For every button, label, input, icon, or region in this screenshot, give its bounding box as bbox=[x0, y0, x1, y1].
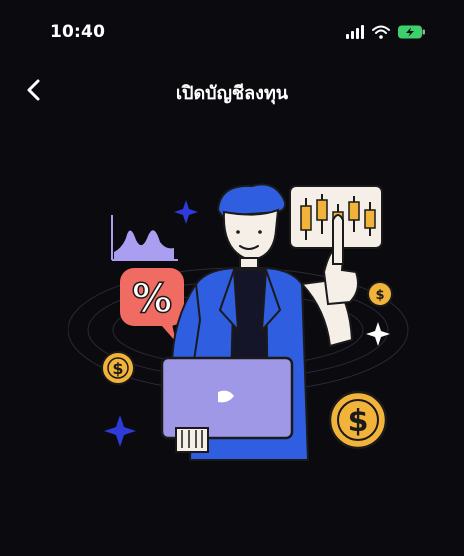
coin-symbol: $ bbox=[375, 288, 384, 303]
status-bar: 10:40 bbox=[8, 0, 456, 70]
coin-symbol: $ bbox=[348, 404, 369, 439]
battery-charging-icon bbox=[398, 25, 426, 39]
nav-bar: เปิดบัญชีลงทุน bbox=[8, 70, 456, 114]
page-title: เปิดบัญชีลงทุน bbox=[175, 83, 289, 104]
white-sparkle-icon bbox=[366, 322, 390, 346]
status-icons bbox=[346, 22, 426, 42]
coin-small-right-icon: $ bbox=[367, 281, 393, 307]
signal-icon bbox=[346, 25, 364, 39]
investor-illustration: % $ $ $ bbox=[67, 160, 428, 490]
wifi-icon bbox=[372, 25, 390, 39]
coin-symbol: $ bbox=[112, 359, 123, 378]
status-time: 10:40 bbox=[50, 22, 106, 42]
coin-large-icon: $ bbox=[328, 390, 388, 450]
coin-small-left-icon: $ bbox=[101, 351, 135, 385]
illustration-svg: % $ $ $ bbox=[67, 183, 409, 461]
area-chart-icon bbox=[111, 215, 178, 261]
laptop-icon bbox=[160, 356, 294, 453]
app-screen: 10:40 เปิดบัญชีลงทุน % $ $ $ bbox=[8, 0, 456, 556]
percent-symbol: % bbox=[132, 276, 172, 322]
percent-badge: % bbox=[120, 268, 184, 342]
